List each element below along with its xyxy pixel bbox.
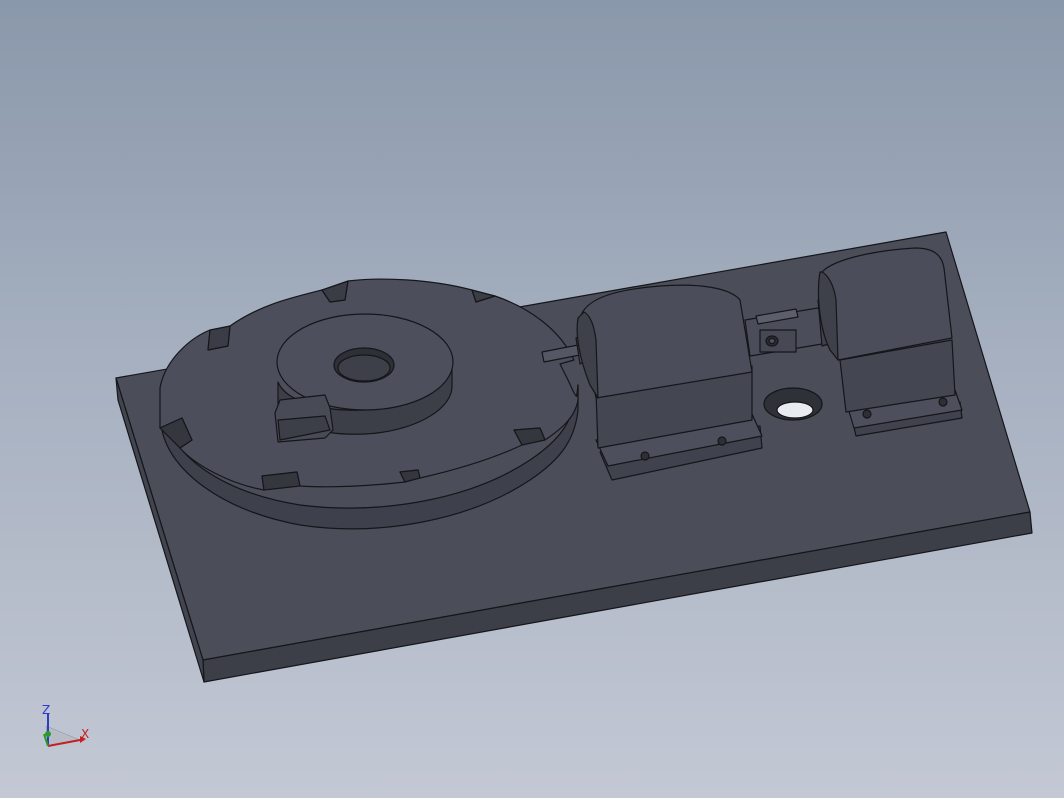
graphics-viewport[interactable]: Z X [0,0,1064,798]
bolt-hole [640,451,650,461]
bolt-hole [717,436,727,446]
triad-origin [45,731,51,737]
mount-hole [763,387,823,421]
cad-model-view[interactable] [0,0,1064,798]
orientation-triad: Z X [36,700,96,752]
hub-bore-inner [337,354,391,382]
pillow-block-left[interactable] [576,284,763,481]
triad-x-label: X [81,727,90,741]
slot-notch [207,325,231,351]
bolt-hole [938,397,948,407]
bolt-hole [862,409,872,419]
triad-z-label: Z [42,703,51,717]
